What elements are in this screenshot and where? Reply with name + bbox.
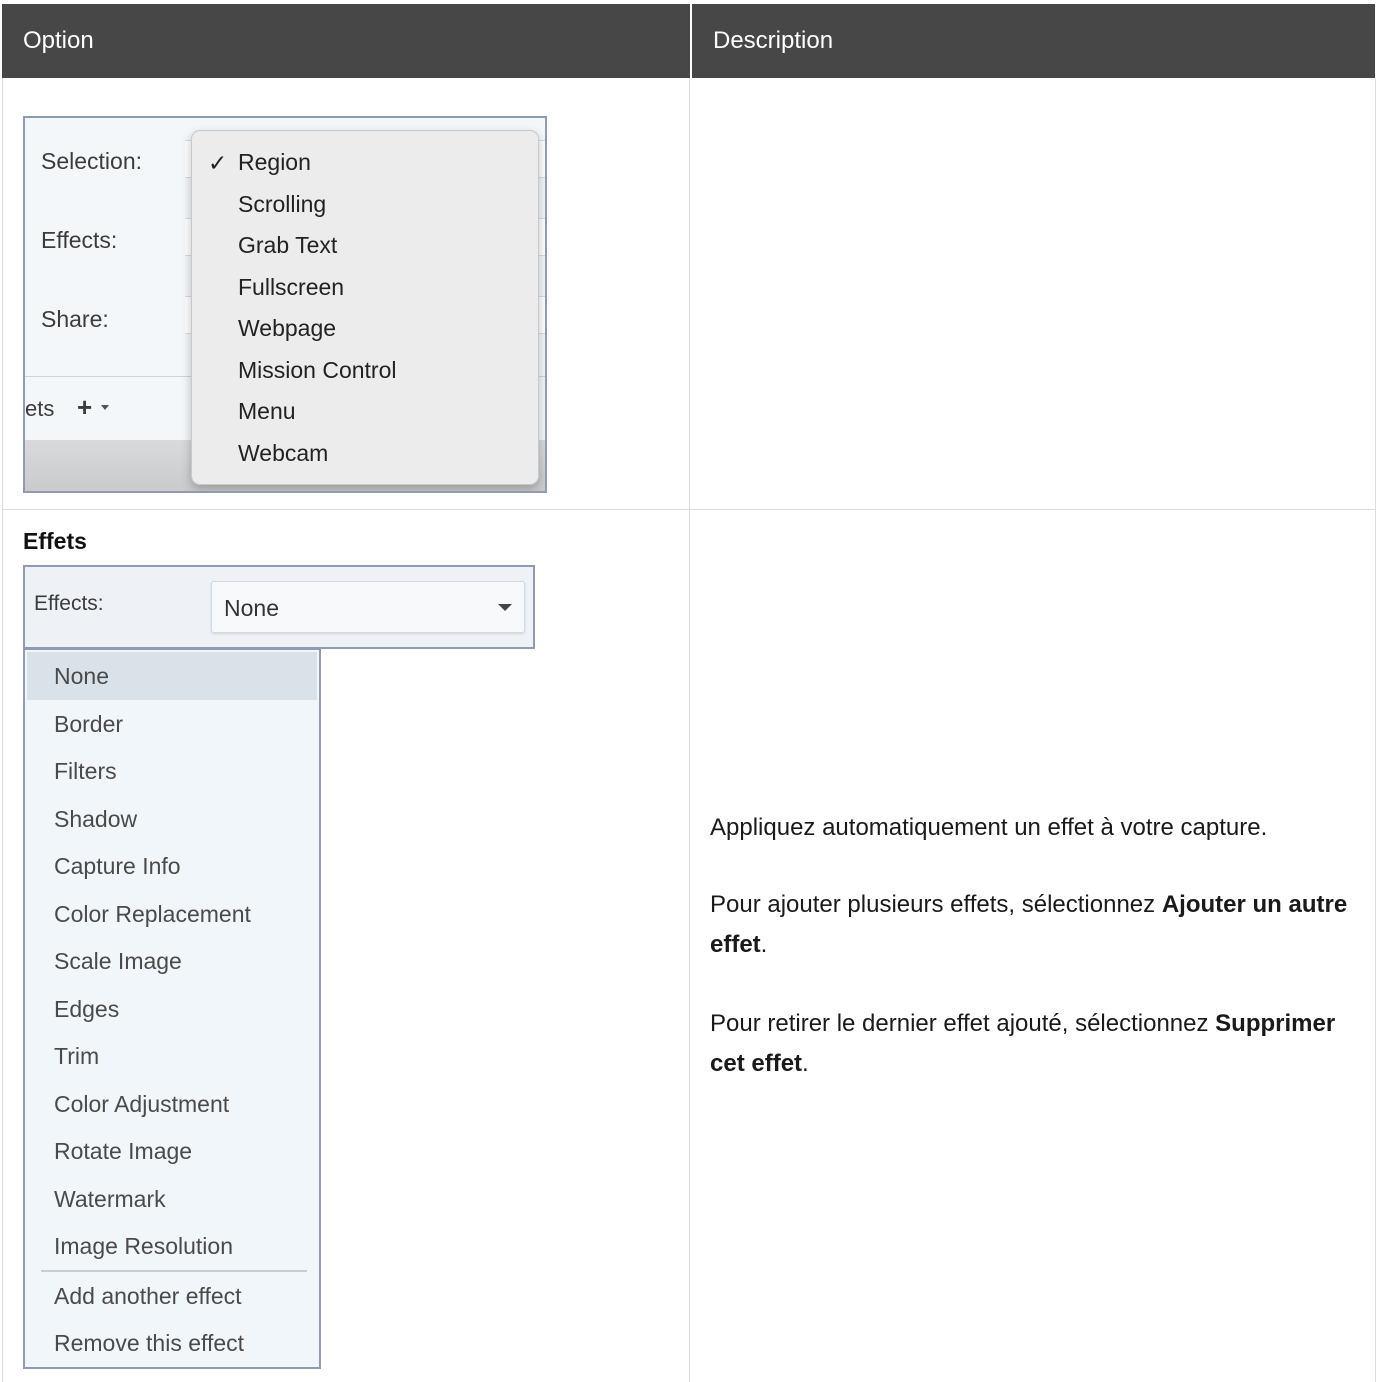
column-divider <box>689 78 690 1382</box>
effects-list-item[interactable]: Border <box>27 700 317 748</box>
selection-menu-item[interactable]: Webpage <box>238 315 336 342</box>
effects-list-item[interactable]: None <box>27 652 317 700</box>
table-right-border <box>1375 78 1376 1382</box>
description-paragraph-2: Pour ajouter plusieurs effets, sélection… <box>710 885 1350 965</box>
add-another-effect-item[interactable]: Add another effect <box>27 1272 317 1320</box>
effects-list-item[interactable]: Scale Image <box>27 937 317 985</box>
description-text: Pour ajouter plusieurs effets, sélection… <box>710 891 1162 918</box>
selection-dropdown-menu: ✓ Region Scrolling Grab Text Fullscreen … <box>191 130 539 485</box>
chevron-down-icon <box>498 604 512 611</box>
selection-menu-item[interactable]: Webcam <box>238 440 328 467</box>
effects-list-item[interactable]: Edges <box>27 985 317 1033</box>
selection-label: Selection: <box>41 148 143 174</box>
remove-this-effect-item[interactable]: Remove this effect <box>27 1319 317 1367</box>
effects-select[interactable]: None <box>211 581 525 633</box>
effects-list-item[interactable]: Watermark <box>27 1175 317 1223</box>
checkmark-icon: ✓ <box>208 150 228 176</box>
effects-list-item[interactable]: Trim <box>27 1032 317 1080</box>
description-paragraph-1: Appliquez automatiquement un effet à vot… <box>710 814 1268 841</box>
effects-label: Effects: <box>34 592 104 615</box>
table-left-border <box>2 78 3 1382</box>
description-text: . <box>802 1050 809 1077</box>
presets-label: ets <box>25 396 55 421</box>
effects-option-title: Effets <box>23 528 87 554</box>
effects-select-value: None <box>224 595 279 621</box>
effects-list-item[interactable]: Filters <box>27 747 317 795</box>
description-paragraph-3: Pour retirer le dernier effet ajouté, sé… <box>710 1004 1350 1084</box>
effects-control-screenshot: Effects: None <box>23 565 535 649</box>
effects-list-item[interactable]: Image Resolution <box>27 1222 317 1270</box>
effects-label: Effects: <box>41 227 118 253</box>
description-text: Pour retirer le dernier effet ajouté, sé… <box>710 1010 1216 1037</box>
table-header: Option Description <box>2 4 1375 78</box>
effects-list-item[interactable]: Rotate Image <box>27 1127 317 1175</box>
selection-menu-item[interactable]: Menu <box>238 398 296 425</box>
header-description: Description <box>690 4 1375 78</box>
selection-menu-item[interactable]: Mission Control <box>238 357 397 384</box>
header-option: Option <box>23 27 94 54</box>
selection-menu-item[interactable]: Fullscreen <box>238 274 344 301</box>
plus-icon[interactable]: + <box>77 392 92 423</box>
effects-list-item[interactable]: Color Replacement <box>27 890 317 938</box>
effects-list-item[interactable]: Shadow <box>27 795 317 843</box>
row-divider <box>2 509 1375 510</box>
selection-menu-item[interactable]: Grab Text <box>238 232 337 259</box>
selection-menu-item[interactable]: Scrolling <box>238 191 326 218</box>
effects-dropdown-list: None Border Filters Shadow Capture Info … <box>23 648 321 1369</box>
selection-menu-item[interactable]: Region <box>238 149 311 176</box>
selection-screenshot: Selection: Effects: Share: ets + ✓ Regio… <box>23 116 547 493</box>
share-label: Share: <box>41 306 109 332</box>
chevron-down-icon[interactable] <box>101 405 109 410</box>
effects-list-item[interactable]: Color Adjustment <box>27 1080 317 1128</box>
effects-list-item[interactable]: Capture Info <box>27 842 317 890</box>
description-text: . <box>760 931 768 958</box>
